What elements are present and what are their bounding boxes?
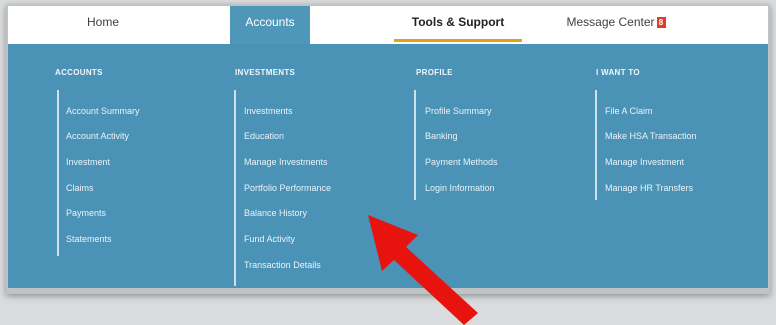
menu-link-banking[interactable]: Banking: [425, 131, 458, 141]
menu-link-login-information[interactable]: Login Information: [425, 183, 495, 193]
active-underline: [394, 39, 522, 42]
nav-accounts[interactable]: Accounts: [230, 6, 310, 44]
menu-link-investment[interactable]: Investment: [66, 157, 110, 167]
menu-link-manage-investments[interactable]: Manage Investments: [244, 157, 328, 167]
menu-heading-profile: PROFILE: [416, 68, 453, 77]
menu-link-education[interactable]: Education: [244, 131, 284, 141]
menu-link-portfolio-performance[interactable]: Portfolio Performance: [244, 183, 331, 193]
menu-link-investments[interactable]: Investments: [244, 106, 293, 116]
menu-link-fund-activity[interactable]: Fund Activity: [244, 234, 295, 244]
red-arrow-icon: [368, 215, 478, 325]
menu-link-claims[interactable]: Claims: [66, 183, 94, 193]
column-divider: [595, 90, 597, 200]
message-count-badge: 8: [656, 17, 666, 29]
nav-tools-label: Tools & Support: [411, 15, 505, 29]
menu-heading-investments: INVESTMENTS: [235, 68, 296, 77]
column-divider: [414, 90, 416, 200]
menu-link-manage-investment[interactable]: Manage Investment: [605, 157, 684, 167]
menu-link-make-hsa-transaction[interactable]: Make HSA Transaction: [605, 131, 697, 141]
menu-link-payments[interactable]: Payments: [66, 208, 106, 218]
menu-link-account-summary[interactable]: Account Summary: [66, 106, 140, 116]
nav-home[interactable]: Home: [48, 6, 158, 44]
menu-link-balance-history[interactable]: Balance History: [244, 208, 307, 218]
menu-link-statements[interactable]: Statements: [66, 234, 112, 244]
nav-message-label: Message Center: [566, 15, 655, 29]
nav-message-center[interactable]: Message Center 8: [556, 6, 676, 44]
column-divider: [234, 90, 236, 286]
column-divider: [57, 90, 59, 256]
menu-heading-i-want-to: I WANT TO: [596, 68, 640, 77]
menu-link-manage-hr-transfers[interactable]: Manage HR Transfers: [605, 183, 693, 193]
top-navigation: Home Accounts Tools & Support Message Ce…: [8, 6, 768, 45]
menu-link-payment-methods[interactable]: Payment Methods: [425, 157, 498, 167]
menu-link-account-activity[interactable]: Account Activity: [66, 131, 129, 141]
menu-link-transaction-details[interactable]: Transaction Details: [244, 260, 321, 270]
nav-tools-support[interactable]: Tools & Support: [394, 6, 522, 44]
menu-heading-accounts: ACCOUNTS: [55, 68, 103, 77]
menu-link-profile-summary[interactable]: Profile Summary: [425, 106, 492, 116]
menu-link-file-a-claim[interactable]: File A Claim: [605, 106, 653, 116]
